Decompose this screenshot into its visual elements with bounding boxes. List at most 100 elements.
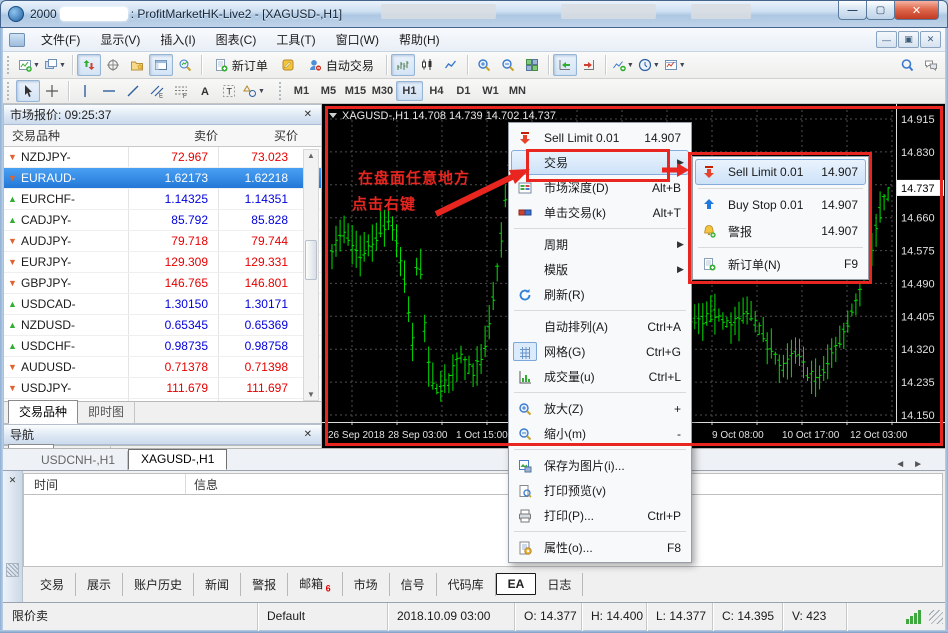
metaeditor-button[interactable]: [276, 54, 300, 76]
scroll-down-icon[interactable]: ▼: [304, 390, 318, 399]
market-watch-button[interactable]: [77, 54, 101, 76]
trendline-button[interactable]: [121, 80, 145, 102]
terminal-button[interactable]: [149, 54, 173, 76]
terminal-tab-日志[interactable]: 日志: [536, 573, 583, 596]
bar-chart-button[interactable]: [391, 54, 415, 76]
timeframe-M15[interactable]: M15: [342, 81, 369, 101]
market-watch-row-AUDUSD-[interactable]: AUDUSD-0.713780.71398: [4, 357, 321, 378]
market-watch-scrollbar[interactable]: ▲ ▼: [303, 149, 319, 401]
indicators-button[interactable]: ▼: [610, 54, 636, 76]
status-profile[interactable]: Default: [258, 603, 388, 631]
fibonacci-button[interactable]: F: [169, 80, 193, 102]
close-icon[interactable]: ✕: [301, 109, 315, 120]
menu-item-Sell Limit 0.01[interactable]: Sell Limit 0.0114.907: [511, 125, 689, 150]
menu-item-交易[interactable]: 交易▶: [511, 150, 689, 175]
menu-item-打印(P)...[interactable]: 打印(P)...Ctrl+P: [511, 503, 689, 528]
zoom-in-button[interactable]: [472, 54, 496, 76]
close-icon[interactable]: ✕: [3, 475, 22, 486]
mdi-restore-button[interactable]: ▣: [898, 31, 919, 48]
menu-item-Buy Stop 0.01[interactable]: Buy Stop 0.0114.907: [695, 192, 866, 218]
market-watch-row-USDJPY-[interactable]: USDJPY-111.679111.697: [4, 378, 321, 399]
menu-item-保存为图片(i)...[interactable]: 保存为图片(i)...: [511, 453, 689, 478]
menu-窗口(W)[interactable]: 窗口(W): [326, 28, 389, 51]
strategy-tester-button[interactable]: [173, 54, 197, 76]
column-time[interactable]: 时间: [24, 474, 186, 494]
timeframe-M30[interactable]: M30: [369, 81, 396, 101]
vertical-line-button[interactable]: [73, 80, 97, 102]
menu-item-成交量(u)[interactable]: 成交量(u)Ctrl+L: [511, 364, 689, 389]
menu-item-周期[interactable]: 周期▶: [511, 232, 689, 257]
text-button[interactable]: A: [193, 80, 217, 102]
data-window-button[interactable]: [101, 54, 125, 76]
menu-item-放大(Z)[interactable]: 放大(Z)+: [511, 396, 689, 421]
templates-button[interactable]: ▼: [662, 54, 688, 76]
terminal-tab-账户历史[interactable]: 账户历史: [123, 573, 194, 596]
line-chart-button[interactable]: [439, 54, 463, 76]
scroll-up-icon[interactable]: ▲: [304, 151, 318, 160]
periods-button[interactable]: ▼: [636, 54, 662, 76]
market-watch-row-GBPJPY-[interactable]: GBPJPY-146.765146.801: [4, 273, 321, 294]
resize-grip[interactable]: [929, 610, 943, 624]
column-message[interactable]: 信息: [186, 476, 218, 493]
market-watch-caption[interactable]: 市场报价: 09:25:37 ✕: [4, 105, 321, 125]
navigator-caption[interactable]: 导航 ✕: [4, 425, 321, 445]
timeframe-M1[interactable]: M1: [288, 81, 315, 101]
auto-scroll-button[interactable]: [553, 54, 577, 76]
menu-显示(V)[interactable]: 显示(V): [90, 28, 150, 51]
market-watch-tab-即时图[interactable]: 即时图: [78, 401, 135, 423]
menu-item-新订单(N)[interactable]: 新订单(N)F9: [695, 251, 866, 277]
menu-item-打印预览(v)[interactable]: 打印预览(v): [511, 478, 689, 503]
market-watch-row-USDCAD-[interactable]: USDCAD-1.301501.30171: [4, 294, 321, 315]
close-icon[interactable]: ✕: [301, 429, 315, 440]
tile-windows-button[interactable]: [520, 54, 544, 76]
column-ask[interactable]: 买价: [218, 127, 298, 144]
channel-button[interactable]: E: [145, 80, 169, 102]
chart-shift-button[interactable]: [577, 54, 601, 76]
search-button[interactable]: [895, 54, 919, 76]
chat-button[interactable]: [919, 54, 943, 76]
market-watch-tab-交易品种[interactable]: 交易品种: [8, 400, 78, 424]
terminal-tab-新闻[interactable]: 新闻: [194, 573, 241, 596]
market-watch-row-EURAUD-[interactable]: EURAUD-1.621731.62218: [4, 168, 321, 189]
horizontal-line-button[interactable]: [97, 80, 121, 102]
menu-图表(C)[interactable]: 图表(C): [206, 28, 267, 51]
column-bid[interactable]: 卖价: [128, 127, 218, 144]
chart-tab-xagusd[interactable]: XAGUSD-,H1: [128, 449, 227, 470]
menu-item-属性(o)...[interactable]: 属性(o)...F8: [511, 535, 689, 560]
terminal-tab-交易[interactable]: 交易: [29, 573, 76, 596]
menu-item-市场深度(D)[interactable]: 市场深度(D)Alt+B: [511, 175, 689, 200]
menu-item-单击交易(k)[interactable]: 单击交易(k)Alt+T: [511, 200, 689, 225]
terminal-tab-EA[interactable]: EA: [496, 573, 537, 595]
mdi-minimize-button[interactable]: —: [876, 31, 897, 48]
terminal-tab-信号[interactable]: 信号: [390, 573, 437, 596]
menu-文件(F)[interactable]: 文件(F): [31, 28, 90, 51]
new-order-button[interactable]: 新订单: [206, 54, 276, 76]
terminal-tab-市场[interactable]: 市场: [343, 573, 390, 596]
market-watch-row-EURCHF-[interactable]: EURCHF-1.143251.14351: [4, 189, 321, 210]
timeframe-W1[interactable]: W1: [477, 81, 504, 101]
crosshair-button[interactable]: [40, 80, 64, 102]
tab-scroll-right-icon[interactable]: ►: [913, 459, 931, 470]
scroll-thumb[interactable]: [305, 240, 317, 280]
maximize-button[interactable]: ▢: [866, 1, 895, 20]
tab-scroll-left-icon[interactable]: ◄: [895, 459, 913, 470]
cursor-button[interactable]: [16, 80, 40, 102]
timeframe-D1[interactable]: D1: [450, 81, 477, 101]
window-titlebar[interactable]: 2000: ProfitMarketHK-Live2 - [XAGUSD-,H1…: [0, 0, 948, 28]
candlestick-button[interactable]: [415, 54, 439, 76]
timeframe-H4[interactable]: H4: [423, 81, 450, 101]
autotrading-button[interactable]: 自动交易: [300, 54, 382, 76]
close-button[interactable]: ✕: [894, 1, 939, 20]
menu-item-网格(G)[interactable]: 网格(G)Ctrl+G: [511, 339, 689, 364]
toolbar-grip[interactable]: [279, 82, 284, 100]
mdi-close-button[interactable]: ✕: [920, 31, 941, 48]
minimize-button[interactable]: —: [838, 1, 867, 20]
menu-item-缩小(m)[interactable]: 缩小(m)-: [511, 421, 689, 446]
timeframe-MN[interactable]: MN: [504, 81, 531, 101]
menu-item-模版[interactable]: 模版▶: [511, 257, 689, 282]
profiles-button[interactable]: ▼: [42, 54, 68, 76]
navigator-button[interactable]: [125, 54, 149, 76]
market-watch-row-NZDJPY-[interactable]: NZDJPY-72.96773.023: [4, 147, 321, 168]
market-watch-row-USDCHF-[interactable]: USDCHF-0.987350.98758: [4, 336, 321, 357]
timeframe-M5[interactable]: M5: [315, 81, 342, 101]
